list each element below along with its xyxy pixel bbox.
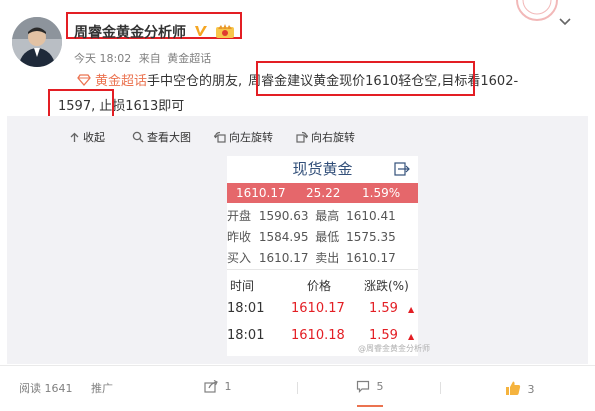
stat-value: 1610.17 xyxy=(258,251,309,265)
stat-row: 买入 1610.17 卖出 1610.17 xyxy=(227,249,396,266)
price-change-pct: 1.59% xyxy=(362,186,401,200)
chevron-down-icon[interactable] xyxy=(558,16,572,30)
stamp-icon xyxy=(514,0,560,22)
row-change: 1.59 xyxy=(369,301,398,316)
stat-label: 最高 xyxy=(315,209,340,223)
forward-count: 1 xyxy=(224,380,232,393)
like-button[interactable]: 3 xyxy=(505,380,535,396)
post-source[interactable]: 黄金超话 xyxy=(167,52,211,65)
row-price: 1610.18 xyxy=(291,328,345,343)
rotate-right-icon xyxy=(296,131,309,143)
column-header-change: 涨跌(%) xyxy=(364,279,409,293)
body-text-1: 手中空仓的朋友, xyxy=(147,74,243,89)
author-name[interactable]: 周睿金黄金分析师 xyxy=(74,25,186,41)
rotate-right-label: 向右旋转 xyxy=(311,131,355,144)
promote-button[interactable]: 推广 xyxy=(91,380,113,396)
stat-label: 买入 xyxy=(227,251,252,265)
share-icon[interactable] xyxy=(394,161,410,180)
rotate-left-label: 向左旋转 xyxy=(229,131,273,144)
current-price: 1610.17 xyxy=(236,186,286,200)
rotate-right-button[interactable]: 向右旋转 xyxy=(296,129,355,145)
stat-row: 开盘 1590.63 最高 1610.41 xyxy=(227,207,396,224)
stat-label: 昨收 xyxy=(227,230,252,244)
forward-button[interactable]: 1 xyxy=(204,379,232,393)
forward-icon xyxy=(204,379,218,393)
thumbs-up-icon xyxy=(506,381,521,395)
magnifier-icon xyxy=(132,131,144,143)
column-header-time: 时间 xyxy=(230,279,255,293)
rotate-left-button[interactable]: 向左旋转 xyxy=(213,129,273,145)
author-row: 周睿金黄金分析师 xyxy=(74,22,235,43)
arrow-up-icon: ▲ xyxy=(408,332,415,341)
collapse-arrow-icon xyxy=(70,132,79,142)
stat-row: 昨收 1584.95 最低 1575.35 xyxy=(227,228,396,245)
collapse-label: 收起 xyxy=(83,131,105,144)
column-header-price: 价格 xyxy=(307,279,332,293)
price-change: 25.22 xyxy=(306,186,341,200)
verified-badge-icon xyxy=(194,24,208,42)
row-price: 1610.17 xyxy=(291,301,345,316)
quote-card[interactable]: 现货黄金 1610.17 25.22 1.59% 开盘 1590.63 最高 1… xyxy=(227,156,418,356)
row-change: 1.59 xyxy=(369,328,398,343)
diamond-icon xyxy=(77,74,91,86)
stat-value: 1590.63 xyxy=(258,209,309,223)
image-watermark: @周睿金黄金分析师 xyxy=(358,344,430,353)
stat-value: 1584.95 xyxy=(258,230,309,244)
highlight-box-quote xyxy=(256,61,475,96)
stat-label: 开盘 xyxy=(227,209,252,223)
row-time: 18:01 xyxy=(227,328,265,343)
arrow-up-icon: ▲ xyxy=(408,305,415,314)
rotate-left-icon xyxy=(213,131,226,143)
row-time: 18:01 xyxy=(227,301,265,316)
price-bar: 1610.17 25.22 1.59% xyxy=(227,183,418,203)
stat-label: 最低 xyxy=(315,230,340,244)
stat-value: 1610.17 xyxy=(346,251,396,265)
table-row: 18:01 xyxy=(227,328,264,343)
view-large-label: 查看大图 xyxy=(147,131,191,144)
footer-separator xyxy=(297,382,298,394)
post-time[interactable]: 今天 18:02 xyxy=(74,52,131,65)
card-title: 现货黄金 xyxy=(292,160,353,178)
comment-button[interactable]: 5 xyxy=(356,380,384,393)
card-divider xyxy=(227,269,418,270)
stat-value: 1610.41 xyxy=(346,209,396,223)
topic-link[interactable]: 黄金超话 xyxy=(95,74,147,89)
comment-icon xyxy=(356,380,370,393)
comment-active-indicator xyxy=(357,405,383,407)
comment-count: 5 xyxy=(376,380,384,393)
stat-label: 卖出 xyxy=(315,251,340,265)
post-footer: 阅读 1641 推广 1 5 3 xyxy=(0,366,595,411)
post-meta: 今天 18:02 来自 黄金超话 xyxy=(74,50,211,66)
table-row: 18:01 xyxy=(227,301,264,316)
collapse-button[interactable]: 收起 xyxy=(69,129,105,145)
source-prefix: 来自 xyxy=(138,52,161,65)
view-large-button[interactable]: 查看大图 xyxy=(132,129,191,145)
avatar[interactable] xyxy=(12,17,62,67)
member-crown-icon[interactable] xyxy=(215,23,235,43)
stat-value: 1575.35 xyxy=(346,230,396,244)
read-count: 阅读 1641 xyxy=(19,382,73,395)
footer-separator xyxy=(440,382,441,394)
like-count: 3 xyxy=(527,383,535,396)
